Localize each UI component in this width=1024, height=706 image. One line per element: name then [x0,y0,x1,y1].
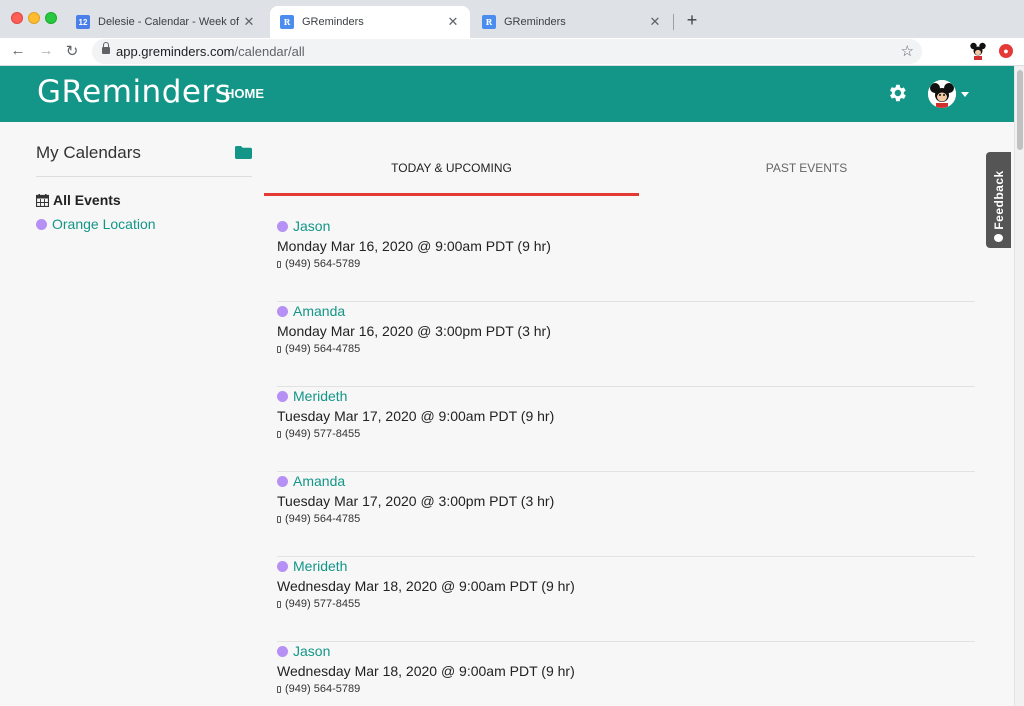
tab-close-icon[interactable]: ✕ [242,14,256,30]
main-content: My Calendars All Events Orange Location … [0,122,1014,706]
address-bar[interactable]: app.greminders.com/calendar/all ☆ [92,39,922,64]
folder-icon[interactable] [235,146,252,159]
tab-today-upcoming[interactable]: TODAY & UPCOMING [264,150,639,196]
event-contact-link[interactable]: Merideth [277,558,347,574]
event-datetime: Wednesday Mar 18, 2020 @ 9:00am PDT (9 h… [277,663,575,679]
event-item: Amanda Tuesday Mar 17, 2020 @ 3:00pm PDT… [277,472,975,557]
extension-badge-icon[interactable]: ● [999,44,1013,58]
feedback-button[interactable]: Feedback [986,152,1011,248]
event-datetime: Wednesday Mar 18, 2020 @ 9:00am PDT (9 h… [277,578,575,594]
event-item: Jason Wednesday Mar 18, 2020 @ 9:00am PD… [277,642,975,706]
event-tabs: TODAY & UPCOMING PAST EVENTS [264,150,974,196]
event-item: Jason Monday Mar 16, 2020 @ 9:00am PDT (… [277,217,975,302]
account-dropdown-caret-icon[interactable] [961,92,969,97]
sidebar-item-all-events[interactable]: All Events [36,192,121,208]
phone-icon [277,685,281,693]
browser-tab-greminders-active[interactable]: R GReminders ✕ [270,6,470,38]
calendar-color-dot [277,390,288,402]
browser-toolbar: ← → ↻ app.greminders.com/calendar/all ☆ [0,38,1024,66]
event-datetime: Tuesday Mar 17, 2020 @ 9:00am PDT (9 hr) [277,408,555,424]
calendar-color-dot [277,220,288,232]
back-button[interactable]: ← [9,42,27,59]
scrollbar-thumb[interactable] [1017,70,1023,150]
reload-button[interactable]: ↻ [63,42,81,60]
event-phone: (949) 564-5789 [277,258,360,270]
sidebar-item-label: All Events [53,192,121,208]
phone-icon [277,600,281,608]
phone-icon [277,345,281,353]
greminders-favicon-icon: R [482,15,496,29]
greminders-logo[interactable]: GReminders [37,74,231,110]
sidebar-title: My Calendars [36,143,141,162]
sidebar-item-label: Orange Location [52,216,156,232]
phone-icon [277,430,281,438]
event-phone: (949) 577-8455 [277,428,360,440]
tab-title: Delesie - Calendar - Week of Ma [98,16,242,28]
zoom-window-button[interactable] [45,12,57,24]
browser-tab-calendar[interactable]: 12 Delesie - Calendar - Week of Ma ✕ [66,6,266,38]
forward-button[interactable]: → [37,42,55,59]
lock-icon [102,42,110,55]
chat-bubble-icon [994,234,1003,242]
sidebar-item-orange-location[interactable]: Orange Location [36,216,156,232]
nav-home-link[interactable]: HOME [225,86,264,101]
event-phone: (949) 577-8455 [277,598,360,610]
calendar-color-dot [277,560,288,572]
calendar-favicon-icon: 12 [76,15,90,29]
calendar-color-dot [277,645,288,657]
sidebar-divider [36,176,252,177]
event-list: Jason Monday Mar 16, 2020 @ 9:00am PDT (… [277,217,975,706]
event-phone: (949) 564-5789 [277,683,360,695]
calendar-icon [36,193,49,207]
tab-title: GReminders [504,16,566,28]
event-contact-link[interactable]: Merideth [277,388,347,404]
gear-icon[interactable] [886,82,908,104]
event-item: Merideth Wednesday Mar 18, 2020 @ 9:00am… [277,557,975,642]
event-phone: (949) 564-4785 [277,343,360,355]
phone-icon [277,515,281,523]
page-scrollbar[interactable] [1014,66,1024,706]
tab-separator [673,14,674,30]
app-header: GReminders HOME [0,66,1014,122]
feedback-label: Feedback [991,170,1006,230]
phone-icon [277,260,281,268]
new-tab-button[interactable]: + [684,10,700,31]
bookmark-star-icon[interactable]: ☆ [901,42,914,60]
event-contact-link[interactable]: Amanda [277,303,345,319]
calendar-color-dot [277,475,288,487]
event-contact-link[interactable]: Jason [277,643,330,659]
url-text: app.greminders.com/calendar/all [116,44,305,59]
calendar-color-dot [277,305,288,317]
event-datetime: Monday Mar 16, 2020 @ 3:00pm PDT (3 hr) [277,323,551,339]
mickey-extension-icon[interactable] [970,42,986,60]
browser-tab-greminders[interactable]: R GReminders ✕ [472,6,672,38]
event-contact-link[interactable]: Amanda [277,473,345,489]
tab-close-icon[interactable]: ✕ [446,14,460,30]
event-datetime: Tuesday Mar 17, 2020 @ 3:00pm PDT (3 hr) [277,493,555,509]
tab-title: GReminders [302,16,364,28]
tab-past-events[interactable]: PAST EVENTS [639,150,974,196]
event-phone: (949) 564-4785 [277,513,360,525]
event-item: Amanda Monday Mar 16, 2020 @ 3:00pm PDT … [277,302,975,387]
user-avatar[interactable] [928,80,956,108]
event-contact-link[interactable]: Jason [277,218,330,234]
browser-tab-strip: 12 Delesie - Calendar - Week of Ma ✕ R G… [0,0,1024,38]
event-datetime: Monday Mar 16, 2020 @ 9:00am PDT (9 hr) [277,238,551,254]
minimize-window-button[interactable] [28,12,40,24]
greminders-favicon-icon: R [280,15,294,29]
close-window-button[interactable] [11,12,23,24]
event-item: Merideth Tuesday Mar 17, 2020 @ 9:00am P… [277,387,975,472]
tab-close-icon[interactable]: ✕ [648,14,662,30]
calendar-color-dot [36,218,47,230]
